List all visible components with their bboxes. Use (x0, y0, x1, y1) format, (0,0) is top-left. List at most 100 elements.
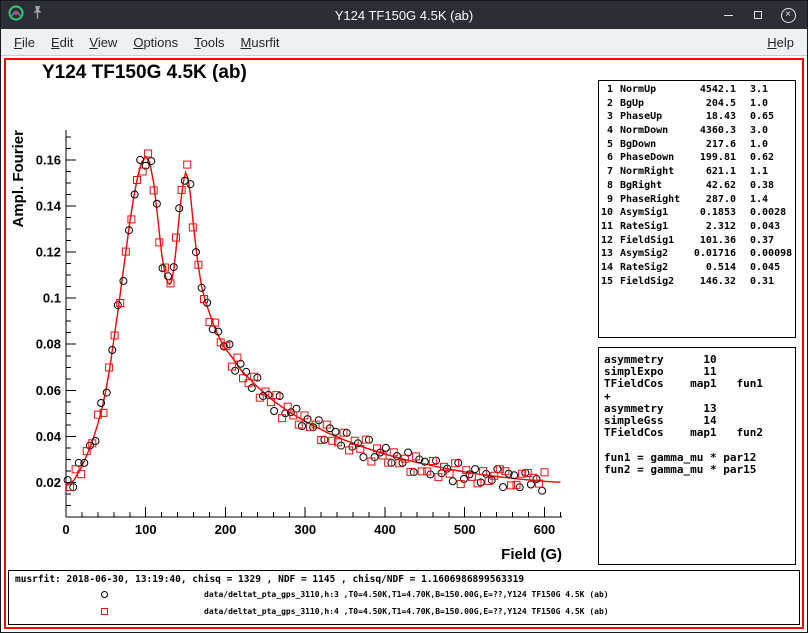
menu-options[interactable]: Options (125, 31, 186, 54)
p-val: 101.36 (692, 235, 736, 249)
p-name: PhaseDown (620, 152, 692, 166)
p-val: 18.43 (692, 111, 736, 125)
p-idx: 15 (599, 276, 613, 290)
menu-help[interactable]: Help (759, 31, 802, 54)
p-err: 0.37 (750, 235, 774, 249)
x-tick-label: 200 (215, 522, 237, 537)
p-err: 0.0028 (750, 207, 786, 221)
y-axis-title: Ampl. Fourier (10, 130, 27, 228)
p-name: AsymSig1 (620, 207, 692, 221)
x-tick-label: 500 (454, 522, 476, 537)
y-tick-label: 0.1 (43, 291, 61, 306)
p-name: RateSig2 (620, 262, 692, 276)
p-name: FieldSig2 (620, 276, 692, 290)
p-err: 0.043 (750, 221, 780, 235)
p-err: 1.4 (750, 194, 768, 208)
p-idx: 3 (599, 111, 613, 125)
parameter-row: 11RateSig12.3120.043 (599, 221, 795, 235)
parameter-row: 10 AsymSig10.1853 0.0028 (599, 207, 795, 221)
p-err: 1.1 (750, 166, 768, 180)
p-err: 0.045 (750, 262, 780, 276)
parameter-row: 4NormDown4360.33.0 (599, 125, 795, 139)
p-idx: 10 (599, 207, 613, 221)
window-controls: × (719, 6, 797, 24)
parameter-box[interactable]: 1NormUp4542.13.12BgUp204.51.03PhaseUp18.… (598, 80, 796, 338)
minimize-icon (724, 15, 733, 16)
p-err: 0.38 (750, 180, 774, 194)
p-name: NormRight (620, 166, 692, 180)
p-err: 0.65 (750, 111, 774, 125)
y-tick-label: 0.08 (36, 337, 61, 352)
p-name: BgUp (620, 98, 692, 112)
info-panel[interactable]: musrfit: 2018-06-30, 13:19:40, chisq = 1… (8, 570, 800, 625)
p-val: 4360.3 (692, 125, 736, 139)
p-val: 621.1 (692, 166, 736, 180)
menu-file[interactable]: File (6, 31, 43, 54)
square-marker-icon (101, 608, 108, 615)
y-tick-label: 0.14 (36, 199, 62, 214)
fourier-plot[interactable]: 01002003004005006000.020.040.060.080.10.… (6, 122, 581, 568)
theory-line: TFieldCos map1 fun2 (604, 427, 795, 439)
parameter-row: 9PhaseRight287.01.4 (599, 194, 795, 208)
theory-line (604, 439, 795, 451)
p-err: 3.0 (750, 125, 768, 139)
legend-item: data/deltat_pta_gps_3110,h:4 ,T0=4.50K,T… (9, 604, 799, 620)
minimize-button[interactable] (719, 6, 737, 24)
maximize-button[interactable] (749, 6, 767, 24)
p-name: BgDown (620, 139, 692, 153)
theory-lines: asymmetry 10simplExpo 11TFieldCos map1 f… (604, 354, 795, 476)
x-tick-label: 300 (294, 522, 316, 537)
p-val: 217.6 (692, 139, 736, 153)
fit-line (66, 157, 560, 486)
menubar-left: FileEditViewOptionsToolsMusrfit (6, 31, 288, 54)
y-tick-label: 0.06 (36, 383, 61, 398)
musrfit-window: Y124 TF150G 4.5K (ab) × FileEditViewOpti… (0, 0, 808, 633)
p-idx: 7 (599, 166, 613, 180)
parameter-row: 15FieldSig2146.320.31 (599, 276, 795, 290)
p-idx: 4 (599, 125, 613, 139)
menu-musrfit[interactable]: Musrfit (233, 31, 288, 54)
theory-line: fun2 = gamma_mu * par15 (604, 464, 795, 476)
menubar: FileEditViewOptionsToolsMusrfit Help (1, 29, 807, 56)
titlebar-icons (8, 5, 44, 26)
root-canvas[interactable]: Y124 TF150G 4.5K (ab) 010020030040050060… (4, 58, 804, 629)
p-idx: 13 (599, 248, 613, 262)
p-idx: 2 (599, 98, 613, 112)
fit-stats: musrfit: 2018-06-30, 13:19:40, chisq = 1… (15, 574, 524, 585)
p-err: 1.0 (750, 98, 768, 112)
p-val: 42.62 (692, 180, 736, 194)
menu-view[interactable]: View (81, 31, 125, 54)
p-idx: 14 (599, 262, 613, 276)
parameter-row: 12FieldSig1101.360.37 (599, 235, 795, 249)
x-tick-label: 100 (135, 522, 157, 537)
p-idx: 1 (599, 84, 613, 98)
pin-icon[interactable] (31, 5, 44, 25)
maximize-icon (754, 11, 762, 19)
menu-edit[interactable]: Edit (43, 31, 81, 54)
parameter-row: 8BgRight42.620.38 (599, 180, 795, 194)
p-name: NormUp (620, 84, 692, 98)
p-val: 4542.1 (692, 84, 736, 98)
parameter-row: 1NormUp4542.13.1 (599, 84, 795, 98)
legend-label: data/deltat_pta_gps_3110,h:3 ,T0=4.50K,T… (204, 590, 609, 599)
p-val: 199.81 (692, 152, 736, 166)
x-tick-label: 0 (62, 522, 69, 537)
menu-tools[interactable]: Tools (186, 31, 232, 54)
p-name: BgRight (620, 180, 692, 194)
app-icon[interactable] (8, 5, 24, 26)
close-button[interactable]: × (779, 6, 797, 24)
p-val: 0.01716 (692, 248, 736, 262)
canvas-title: Y124 TF150G 4.5K (ab) (42, 62, 247, 84)
p-val: 2.312 (692, 221, 736, 235)
canvas-area: Y124 TF150G 4.5K (ab) 010020030040050060… (1, 56, 807, 632)
theory-box[interactable]: asymmetry 10simplExpo 11TFieldCos map1 f… (598, 347, 796, 565)
close-icon: × (781, 8, 796, 23)
p-val: 0.1853 (692, 207, 736, 221)
legend-label: data/deltat_pta_gps_3110,h:4 ,T0=4.50K,T… (204, 607, 609, 616)
parameter-row: 6PhaseDown199.810.62 (599, 152, 795, 166)
p-idx: 12 (599, 235, 613, 249)
circle-marker-icon (101, 591, 108, 598)
p-name: PhaseRight (620, 194, 692, 208)
p-val: 0.514 (692, 262, 736, 276)
data-series-circle (64, 156, 545, 494)
